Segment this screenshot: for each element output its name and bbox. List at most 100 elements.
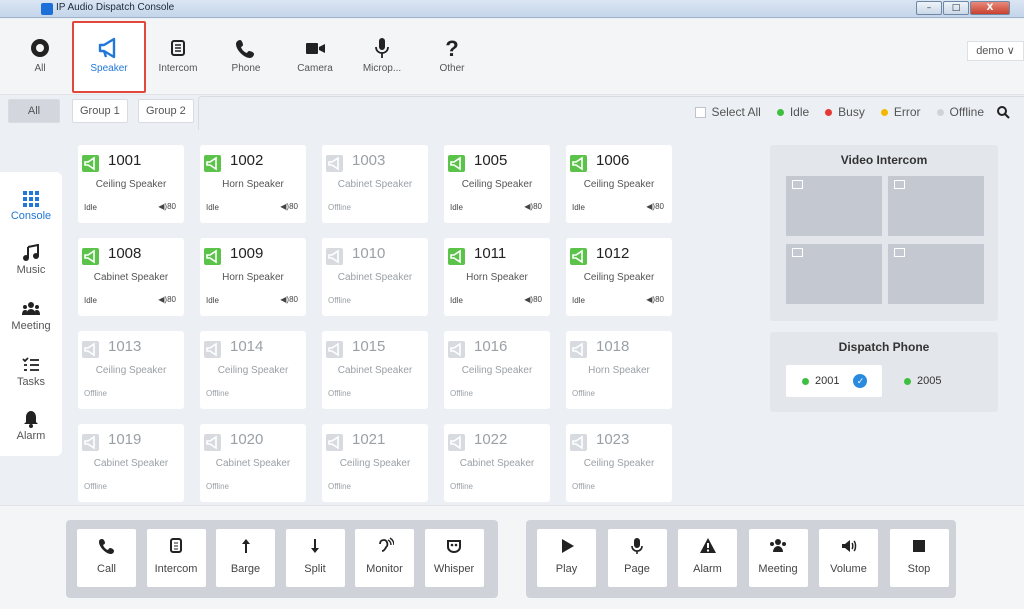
category-all[interactable]: All [12, 29, 68, 74]
speaker-card-1001[interactable]: 1001 Ceiling Speaker Idle ◀)80 [78, 145, 184, 223]
action-bar: Call Intercom Barge Split Monitor Whisper Pla… [0, 505, 1024, 609]
sidebar-item-meeting[interactable]: Meeting [0, 300, 62, 332]
minimize-button[interactable]: – [916, 1, 942, 15]
busy-dot-icon [825, 108, 833, 116]
group-tab-group-1[interactable]: Group 1 [72, 99, 128, 123]
sidebar-item-music[interactable]: Music [0, 244, 62, 276]
user-menu-dropdown[interactable]: demo ∨ [967, 41, 1024, 61]
speaker-type: Cabinet Speaker [459, 458, 535, 469]
sidebar-item-label: Meeting [11, 320, 51, 332]
fullscreen-icon[interactable] [792, 248, 803, 257]
speaker-card-1009[interactable]: 1009 Horn Speaker Idle ◀)80 [200, 238, 306, 316]
monitor-icon [378, 537, 394, 552]
sidebar-item-console[interactable]: Console [0, 190, 62, 222]
category-other[interactable]: ? Other [424, 29, 480, 74]
filter-offline[interactable]: Offline [936, 105, 984, 119]
category-speaker[interactable]: Speaker [72, 21, 146, 93]
category-intercom[interactable]: Intercom [150, 29, 206, 74]
dispatch-line-2001[interactable]: 2001 ✓ [786, 365, 882, 397]
category-camera[interactable]: Camera [287, 29, 343, 74]
speaker-number: 1003 [352, 152, 386, 169]
volume-level: ◀)80 [524, 202, 542, 211]
volume-button[interactable]: Volume [819, 529, 878, 587]
split-button[interactable]: Split [285, 529, 345, 587]
fullscreen-icon[interactable] [792, 180, 803, 189]
search-icon[interactable] [996, 105, 1010, 119]
filter-busy[interactable]: Busy [825, 105, 865, 119]
barge-button[interactable]: Barge [216, 529, 275, 587]
speaker-card-1022[interactable]: 1022 Cabinet Speaker Offline [444, 424, 550, 502]
call-button[interactable]: Call [77, 529, 136, 587]
speaker-type: Ceiling Speaker [583, 272, 655, 283]
speaker-card-1019[interactable]: 1019 Cabinet Speaker Offline [78, 424, 184, 502]
close-button[interactable]: X [970, 1, 1010, 15]
speaker-card-1011[interactable]: 1011 Horn Speaker Idle ◀)80 [444, 238, 550, 316]
megaphone-icon [98, 37, 116, 59]
group-tab-group-2[interactable]: Group 2 [138, 99, 194, 123]
speaker-card-1016[interactable]: 1016 Ceiling Speaker Offline [444, 331, 550, 409]
speaker-card-1021[interactable]: 1021 Ceiling Speaker Offline [322, 424, 428, 502]
alarm-button[interactable]: Alarm [678, 529, 737, 587]
stop-button[interactable]: Stop [889, 529, 949, 587]
dispatch-phone-panel: Dispatch Phone 2001 ✓ 2005 [770, 332, 998, 412]
speaker-icon [570, 434, 587, 451]
fullscreen-icon[interactable] [894, 248, 905, 257]
speaker-icon [82, 155, 99, 172]
action-label: Alarm [693, 563, 722, 575]
speaker-icon [204, 155, 221, 172]
video-cell[interactable] [888, 176, 984, 236]
play-button[interactable]: Play [537, 529, 596, 587]
speaker-status: Offline [450, 389, 473, 398]
sidebar-item-tasks[interactable]: Tasks [0, 356, 62, 388]
speaker-card-1023[interactable]: 1023 Ceiling Speaker Offline [566, 424, 672, 502]
speaker-card-1014[interactable]: 1014 Ceiling Speaker Offline [200, 331, 306, 409]
speaker-card-1010[interactable]: 1010 Cabinet Speaker Offline [322, 238, 428, 316]
speaker-card-1003[interactable]: 1003 Cabinet Speaker Offline [322, 145, 428, 223]
speaker-card-1020[interactable]: 1020 Cabinet Speaker Offline [200, 424, 306, 502]
speaker-number: 1020 [230, 431, 264, 448]
group-bar: All Group 1 Group 2 Select All Idle Busy… [0, 96, 1024, 130]
speaker-card-1008[interactable]: 1008 Cabinet Speaker Idle ◀)80 [78, 238, 184, 316]
maximize-button[interactable]: □ [943, 1, 969, 15]
speaker-card-1018[interactable]: 1018 Horn Speaker Offline [566, 331, 672, 409]
category-phone[interactable]: Phone [218, 29, 274, 74]
video-cell[interactable] [888, 244, 984, 304]
video-cell[interactable] [786, 176, 882, 236]
intercom-button[interactable]: Intercom [146, 529, 206, 587]
speaker-type: Cabinet Speaker [93, 458, 169, 469]
sidebar-item-alarm[interactable]: Alarm [0, 410, 62, 442]
category-microphone[interactable]: Microp... [354, 29, 410, 74]
category-label: Speaker [90, 63, 128, 74]
whisper-button[interactable]: Whisper [424, 529, 484, 587]
dispatch-line-2005[interactable]: 2005 [904, 365, 941, 397]
speaker-card-1012[interactable]: 1012 Ceiling Speaker Idle ◀)80 [566, 238, 672, 316]
group-tab-all[interactable]: All [8, 99, 60, 123]
meeting-button[interactable]: Meeting [748, 529, 808, 587]
speaker-card-1013[interactable]: 1013 Ceiling Speaker Offline [78, 331, 184, 409]
video-cell[interactable] [786, 244, 882, 304]
speaker-icon [448, 434, 465, 451]
speaker-icon [448, 248, 465, 265]
checkbox-icon [695, 106, 707, 118]
offline-dot-icon [936, 108, 944, 116]
speaker-number: 1009 [230, 245, 264, 262]
monitor-button[interactable]: Monitor [355, 529, 414, 587]
action-label: Barge [230, 563, 261, 575]
select-all-checkbox[interactable]: Select All [695, 105, 761, 119]
sidebar-item-label: Music [16, 264, 46, 276]
speaker-icon [204, 248, 221, 265]
speaker-card-1005[interactable]: 1005 Ceiling Speaker Idle ◀)80 [444, 145, 550, 223]
speaker-card-1006[interactable]: 1006 Ceiling Speaker Idle ◀)80 [566, 145, 672, 223]
speaker-icon [204, 341, 221, 358]
speaker-card-1015[interactable]: 1015 Cabinet Speaker Offline [322, 331, 428, 409]
action-label: Split [304, 563, 326, 575]
page-button[interactable]: Page [607, 529, 667, 587]
alarm-icon [699, 538, 716, 553]
fullscreen-icon[interactable] [894, 180, 905, 189]
speaker-icon [326, 155, 343, 172]
speaker-card-1002[interactable]: 1002 Horn Speaker Idle ◀)80 [200, 145, 306, 223]
filter-error[interactable]: Error [880, 105, 921, 119]
action-label: Meeting [758, 563, 798, 575]
speaker-icon [82, 434, 99, 451]
filter-idle[interactable]: Idle [776, 105, 809, 119]
